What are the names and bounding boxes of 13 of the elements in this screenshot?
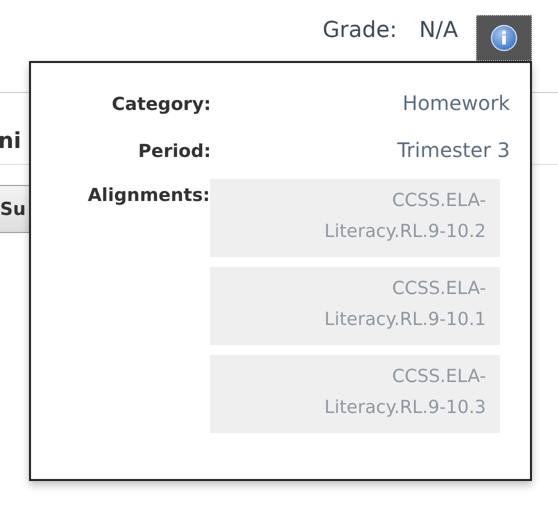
field-value: Homework <box>402 91 510 115</box>
grade-label: Grade: <box>322 18 398 43</box>
field-label: Category: <box>110 94 211 115</box>
alignment-tag: CCSS.ELA-Literacy.RL.9-10.2 <box>210 179 500 257</box>
info-icon <box>490 24 518 52</box>
field-label: Alignments: <box>86 185 210 206</box>
info-button[interactable] <box>476 15 532 61</box>
alignment-tag: CCSS.ELA-Literacy.RL.9-10.3 <box>210 355 500 433</box>
grade-value: N/A <box>419 18 458 43</box>
field-value: Trimester 3 <box>397 138 510 162</box>
section-heading: ni <box>0 129 22 154</box>
alignment-tag: CCSS.ELA-Literacy.RL.9-10.1 <box>210 267 500 345</box>
field-label: Period: <box>137 141 211 162</box>
